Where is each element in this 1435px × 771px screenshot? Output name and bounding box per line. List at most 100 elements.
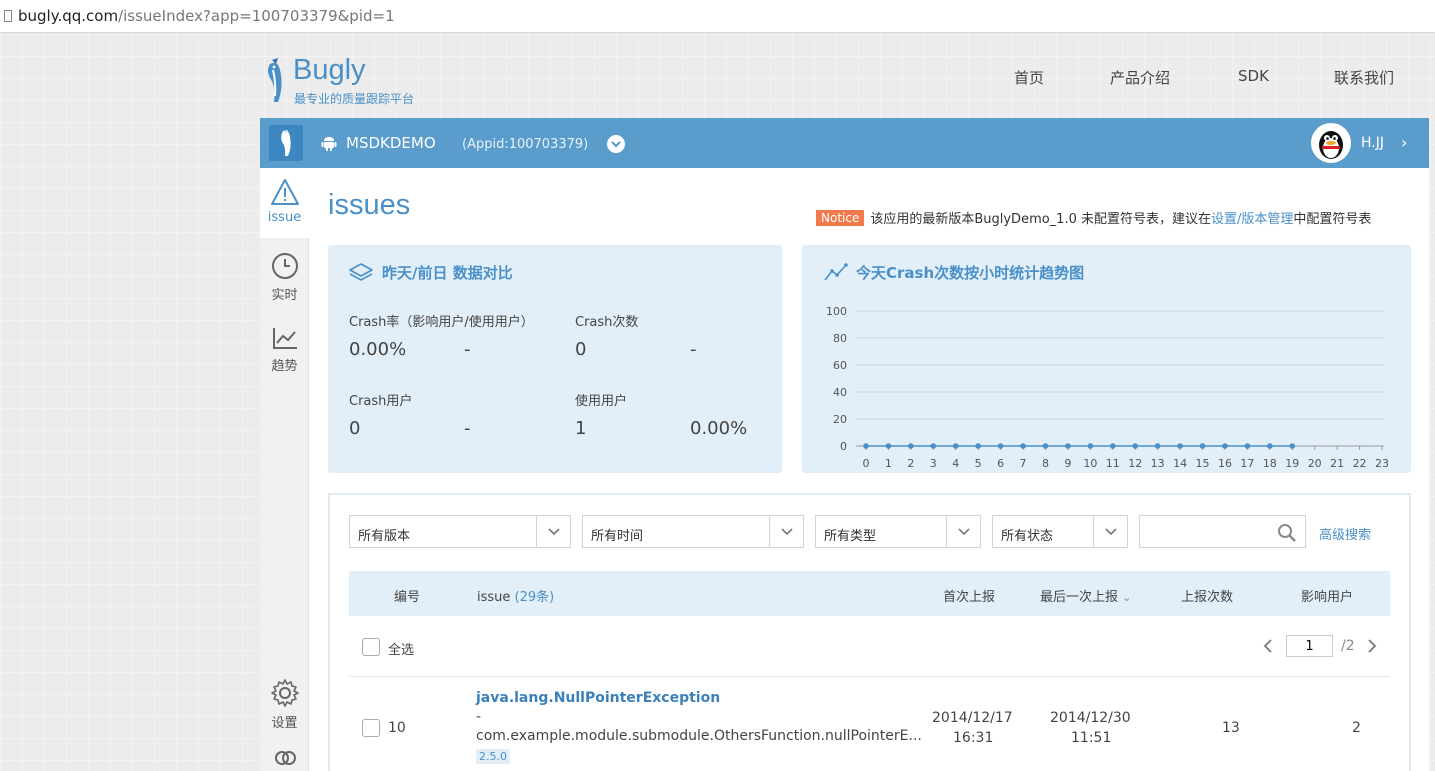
status-select[interactable]: 所有状态 (992, 515, 1128, 548)
sidebar-item-realtime[interactable]: 实时 (260, 252, 309, 307)
app-switch-dropdown[interactable] (607, 135, 625, 153)
notice-badge: Notice (816, 209, 865, 226)
woodpecker-icon (281, 130, 291, 156)
x-tick-label: 7 (1020, 457, 1027, 470)
data-point (908, 443, 914, 449)
x-tick-label: 16 (1218, 457, 1232, 470)
browser-url-bar[interactable]: bugly.qq.com /issueIndex?app=100703379&p… (0, 0, 1435, 33)
warning-icon (270, 179, 299, 205)
android-icon (321, 137, 337, 151)
issue-table-header: 编号 issue (29条) 首次上报 最后一次上报 ⌄ 上报次数 影响用户 (349, 571, 1390, 616)
sidebar-item-label: issue (267, 210, 302, 225)
clock-icon (271, 253, 298, 279)
layers-icon (349, 263, 373, 281)
advanced-search-link[interactable]: 高级搜索 (1319, 524, 1371, 543)
sort-down-icon: ⌄ (1122, 591, 1132, 604)
bugly-logo[interactable]: Bugly 最专业的质量跟踪平台 (262, 54, 452, 110)
x-tick-label: 12 (1128, 457, 1142, 470)
notice-settings-link[interactable]: 设置/版本管理 (1211, 208, 1293, 227)
data-point (1087, 443, 1094, 449)
col-reports[interactable]: 上报次数 (1181, 586, 1233, 605)
nav-contact[interactable]: 联系我们 (1334, 67, 1394, 89)
nav-home[interactable]: 首页 (1014, 67, 1044, 89)
status-select-value: 所有状态 (1001, 529, 1054, 544)
issue-exception-link[interactable]: java.lang.NullPointerException (476, 690, 720, 706)
type-select[interactable]: 所有类型 (815, 515, 981, 548)
col-first-report[interactable]: 首次上报 (943, 586, 995, 605)
crash-rate-label: Crash率（影响用户/使用用户） (349, 315, 534, 330)
url-host: bugly.qq.com (18, 7, 119, 25)
issue-id: 10 (388, 720, 406, 736)
issue-search-input[interactable] (1139, 515, 1306, 548)
first-report-date: 2014/12/17 (932, 710, 1013, 726)
active-users-value: 1 (575, 418, 587, 439)
x-tick-label: 5 (975, 457, 982, 470)
data-point (885, 443, 892, 449)
x-tick-label: 21 (1330, 457, 1344, 470)
page-title: issues (328, 189, 411, 221)
row-divider (349, 676, 1390, 677)
crash-count-value: 0 (575, 339, 587, 360)
data-point (1154, 443, 1161, 449)
version-select[interactable]: 所有版本 (349, 515, 571, 548)
crash-count-label: Crash次数 (575, 315, 639, 330)
data-point (1244, 443, 1251, 449)
x-tick-label: 22 (1353, 457, 1367, 470)
col-last-report-label: 最后一次上报 (1040, 590, 1119, 605)
x-tick-label: 0 (863, 457, 870, 470)
chevron-down-icon (769, 516, 803, 547)
y-tick-label: 60 (833, 359, 847, 372)
data-point (952, 443, 959, 449)
col-last-report[interactable]: 最后一次上报 ⌄ (1040, 586, 1131, 605)
crash-trend-chart: 1008060402000 1 2 3 4 5 6 7 8 9 10 11 12 13 14 15 16 17 18… (826, 305, 1389, 470)
sidebar-item-team[interactable] (260, 748, 309, 771)
data-point (1020, 443, 1026, 449)
version-badge: 2.5.0 (476, 749, 510, 764)
qq-penguin-icon (1319, 131, 1343, 159)
select-all-checkbox[interactable] (362, 638, 380, 656)
notice-text: 该应用的最新版本BuglyDemo_1.0 未配置符号表，建议在 (870, 212, 1211, 227)
y-tick-label: 80 (833, 332, 847, 345)
chevron-left-icon[interactable] (1262, 638, 1274, 654)
x-tick-label: 2 (907, 457, 914, 470)
issue-dash: - (476, 709, 482, 725)
app-id: (Appid:100703379) (462, 137, 589, 152)
chevron-down-icon (611, 141, 621, 148)
user-name[interactable]: H.JJ (1361, 135, 1384, 151)
chevron-right-icon[interactable]: › (1401, 133, 1407, 152)
time-select[interactable]: 所有时间 (582, 515, 804, 548)
last-report-date: 2014/12/30 (1050, 710, 1131, 726)
sidebar-item-trend[interactable]: 趋势 (260, 325, 309, 380)
affected-users: 2 (1352, 720, 1361, 736)
row-checkbox[interactable] (362, 719, 380, 737)
nav-sdk[interactable]: SDK (1238, 67, 1269, 89)
data-point (1132, 443, 1139, 449)
page-number-input[interactable] (1286, 635, 1333, 657)
brand-name: Bugly (293, 54, 366, 86)
issue-count: (29条) (514, 590, 555, 605)
app-logo-button[interactable] (269, 125, 303, 161)
crash-users-value: 0 (349, 418, 361, 439)
x-tick-label: 6 (997, 457, 1004, 470)
sidebar-item-issue[interactable]: issue (260, 168, 309, 238)
y-tick-label: 0 (840, 440, 847, 453)
chevron-down-icon (536, 516, 570, 547)
select-all-label: 全选 (388, 643, 415, 658)
chevron-down-icon (1093, 516, 1127, 547)
brand-slogan: 最专业的质量跟踪平台 (294, 92, 415, 106)
x-tick-label: 15 (1196, 457, 1210, 470)
chevron-right-icon[interactable] (1366, 638, 1378, 654)
col-users[interactable]: 影响用户 (1301, 586, 1353, 605)
x-tick-label: 17 (1240, 457, 1254, 470)
search-icon[interactable] (1277, 523, 1297, 543)
line-chart-icon (824, 263, 848, 281)
type-select-value: 所有类型 (824, 529, 877, 544)
nav-product[interactable]: 产品介绍 (1110, 67, 1170, 89)
data-point (1199, 443, 1206, 449)
crash-rate-prev: - (464, 339, 471, 360)
avatar[interactable] (1311, 123, 1351, 163)
sidebar-item-settings[interactable]: 设置 (260, 678, 309, 733)
report-count: 13 (1222, 720, 1240, 736)
first-report-time: 16:31 (953, 730, 994, 746)
y-tick-label: 20 (833, 413, 847, 426)
